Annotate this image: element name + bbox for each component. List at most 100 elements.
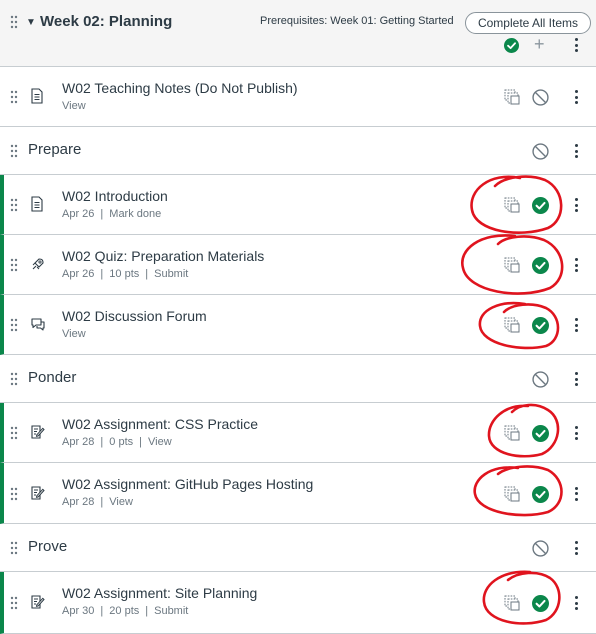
- duplicate-icon[interactable]: [503, 196, 521, 214]
- duplicate-icon[interactable]: [503, 594, 521, 612]
- unpublished-icon[interactable]: [532, 143, 549, 160]
- published-icon[interactable]: [532, 485, 549, 503]
- module-item-row[interactable]: W02 Teaching Notes (Do Not Publish) View: [0, 67, 596, 127]
- duplicate-icon[interactable]: [503, 88, 521, 106]
- subheader-row[interactable]: Prepare: [0, 127, 596, 175]
- add-item-icon[interactable]: +: [534, 35, 545, 53]
- subheader-title: Prepare: [28, 141, 82, 158]
- item-kebab-menu-icon[interactable]: [574, 486, 578, 501]
- duplicate-icon[interactable]: [503, 424, 521, 442]
- drag-handle-icon[interactable]: [10, 90, 18, 104]
- item-meta: Apr 30 | 20 pts | Submit: [62, 605, 188, 617]
- item-title-link[interactable]: W02 Introduction: [62, 188, 168, 204]
- meta-separator: |: [100, 268, 104, 280]
- item-title-link[interactable]: W02 Teaching Notes (Do Not Publish): [62, 80, 298, 96]
- subheader-title: Prove: [28, 538, 68, 555]
- item-title-link[interactable]: W02 Assignment: CSS Practice: [62, 416, 258, 432]
- item-kebab-menu-icon[interactable]: [574, 541, 578, 555]
- module-item-row[interactable]: W02 Introduction Apr 26 | Mark done: [0, 175, 596, 235]
- drag-handle-icon[interactable]: [10, 426, 18, 440]
- assignment-icon: [30, 424, 46, 440]
- module-title: Week 02: Planning: [40, 13, 173, 30]
- published-icon[interactable]: [532, 317, 549, 334]
- meta-separator: |: [100, 208, 104, 220]
- item-meta: Apr 26 | Mark done: [62, 208, 161, 220]
- meta-separator: |: [139, 436, 142, 448]
- item-kebab-menu-icon[interactable]: [574, 90, 578, 104]
- item-kebab-menu-icon[interactable]: [574, 258, 578, 272]
- item-kebab-menu-icon[interactable]: [574, 372, 578, 386]
- meta-value: Apr 28: [62, 436, 95, 448]
- module-item-row[interactable]: W02 Assignment: Site Planning Apr 30 | 20 p…: [0, 572, 596, 634]
- meta-action-link[interactable]: View: [148, 436, 172, 448]
- module-item-row[interactable]: W02 Assignment: GitHub Pages Hosting Apr …: [0, 463, 596, 524]
- assignment-icon: [30, 594, 46, 610]
- module-item-row[interactable]: W02 Discussion Forum View: [0, 295, 596, 355]
- module-published-icon[interactable]: [504, 38, 519, 58]
- item-kebab-menu-icon[interactable]: [574, 198, 578, 212]
- duplicate-icon[interactable]: [503, 316, 521, 334]
- meta-action-link[interactable]: Mark done: [109, 208, 161, 220]
- meta-value: Apr 30: [62, 605, 95, 617]
- drag-handle-icon[interactable]: [10, 596, 18, 610]
- subheader-row[interactable]: Prove: [0, 524, 596, 572]
- drag-handle-icon[interactable]: [10, 318, 18, 332]
- meta-separator: |: [100, 605, 104, 617]
- meta-value: Apr 26: [62, 268, 95, 280]
- unpublished-icon[interactable]: [532, 89, 549, 106]
- item-kebab-menu-icon[interactable]: [574, 144, 578, 158]
- meta-separator: |: [100, 496, 104, 508]
- unpublished-icon[interactable]: [532, 540, 549, 557]
- item-kebab-menu-icon[interactable]: [574, 596, 578, 610]
- meta-action-link[interactable]: View: [62, 328, 86, 340]
- meta-separator: |: [145, 268, 149, 280]
- meta-value: Apr 28: [62, 496, 95, 508]
- item-meta: Apr 28 | 0 pts | View: [62, 436, 172, 448]
- module-item-row[interactable]: W02 Quiz: Preparation Materials Apr 26 | 10…: [0, 235, 596, 295]
- duplicate-icon[interactable]: [503, 256, 521, 274]
- subheader-row[interactable]: Ponder: [0, 355, 596, 403]
- published-icon[interactable]: [532, 257, 549, 274]
- published-icon[interactable]: [532, 425, 549, 442]
- quiz-icon: [30, 256, 46, 272]
- module-item-row[interactable]: W02 Assignment: CSS Practice Apr 28 | 0 pts…: [0, 403, 596, 463]
- drag-handle-icon[interactable]: [10, 487, 18, 501]
- prerequisites-text: Prerequisites: Week 01: Getting Started: [260, 15, 454, 27]
- item-kebab-menu-icon[interactable]: [574, 318, 578, 332]
- meta-action-link[interactable]: View: [109, 496, 133, 508]
- drag-handle-icon[interactable]: [10, 15, 18, 29]
- page-icon: [30, 196, 46, 212]
- item-meta: Apr 26 | 10 pts | Submit: [62, 268, 188, 280]
- meta-separator: |: [145, 605, 149, 617]
- meta-value: 10 pts: [109, 268, 140, 280]
- meta-action-link[interactable]: Submit: [154, 268, 188, 280]
- item-title-link[interactable]: W02 Discussion Forum: [62, 308, 207, 324]
- meta-action-link[interactable]: View: [62, 100, 86, 112]
- published-icon[interactable]: [532, 595, 549, 612]
- drag-handle-icon[interactable]: [10, 144, 18, 158]
- assignment-icon: [30, 485, 46, 501]
- item-title-link[interactable]: W02 Assignment: Site Planning: [62, 585, 257, 601]
- subheader-title: Ponder: [28, 369, 77, 386]
- published-icon[interactable]: [532, 197, 549, 214]
- unpublished-icon[interactable]: [532, 371, 549, 388]
- item-meta: View: [62, 100, 86, 112]
- duplicate-icon[interactable]: [503, 485, 521, 503]
- drag-handle-icon[interactable]: [10, 541, 18, 555]
- meta-value: Apr 26: [62, 208, 95, 220]
- meta-separator: |: [100, 436, 104, 448]
- collapse-caret-icon[interactable]: ▼: [26, 17, 36, 28]
- drag-handle-icon[interactable]: [10, 258, 18, 272]
- drag-handle-icon[interactable]: [10, 372, 18, 386]
- item-title-link[interactable]: W02 Quiz: Preparation Materials: [62, 248, 264, 264]
- item-kebab-menu-icon[interactable]: [574, 426, 578, 440]
- item-meta: View: [62, 328, 86, 340]
- discussion-icon: [30, 316, 46, 332]
- drag-handle-icon[interactable]: [10, 198, 18, 212]
- complete-all-items-button[interactable]: Complete All Items: [465, 12, 591, 34]
- item-meta: Apr 28 | View: [62, 496, 133, 508]
- item-title-link[interactable]: W02 Assignment: GitHub Pages Hosting: [62, 476, 313, 492]
- module-kebab-menu-icon[interactable]: [574, 38, 578, 52]
- meta-value: 20 pts: [109, 605, 140, 617]
- meta-action-link[interactable]: Submit: [154, 605, 188, 617]
